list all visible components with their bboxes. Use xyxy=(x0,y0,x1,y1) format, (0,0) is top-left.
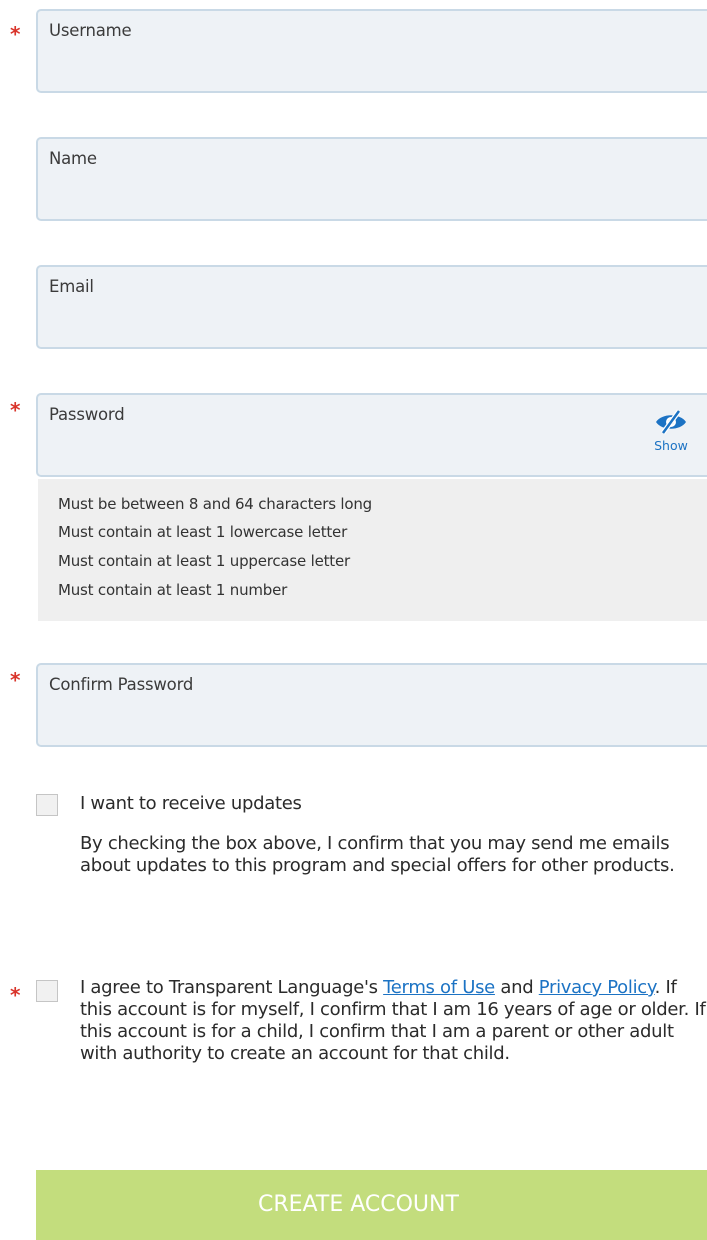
required-marker: * xyxy=(10,22,21,46)
updates-label: I want to receive updates xyxy=(80,793,302,814)
required-marker: * xyxy=(10,983,21,1007)
name-label: Name xyxy=(49,149,97,168)
required-marker: * xyxy=(10,398,21,422)
terms-agreement-text: I agree to Transparent Language's Terms … xyxy=(80,977,707,1065)
password-input[interactable] xyxy=(48,433,634,465)
username-label: Username xyxy=(49,21,132,40)
password-field[interactable]: Password Show xyxy=(36,393,707,477)
password-rule: Must contain at least 1 uppercase letter xyxy=(58,552,350,570)
username-field[interactable]: Username xyxy=(36,9,707,93)
terms-checkbox[interactable] xyxy=(36,980,58,1002)
confirm-password-label: Confirm Password xyxy=(49,675,194,694)
terms-text-between: and xyxy=(494,977,539,998)
email-input[interactable] xyxy=(48,305,704,337)
password-rule: Must contain at least 1 lowercase letter xyxy=(58,523,348,541)
password-label: Password xyxy=(49,405,125,424)
eye-slash-icon xyxy=(656,409,686,435)
create-account-button[interactable]: CREATE ACCOUNT xyxy=(36,1170,707,1240)
updates-description: By checking the box above, I confirm tha… xyxy=(80,833,675,876)
name-field[interactable]: Name xyxy=(36,137,707,221)
show-password-label: Show xyxy=(654,438,688,453)
email-field[interactable]: Email xyxy=(36,265,707,349)
updates-checkbox[interactable] xyxy=(36,794,58,816)
password-rule: Must contain at least 1 number xyxy=(58,581,288,599)
confirm-password-field[interactable]: Confirm Password xyxy=(36,663,707,747)
terms-text-before: I agree to Transparent Language's xyxy=(80,977,384,998)
privacy-policy-link[interactable]: Privacy Policy xyxy=(539,977,655,998)
password-requirements: Must be between 8 and 64 characters long… xyxy=(38,479,707,621)
email-label: Email xyxy=(49,277,94,296)
confirm-password-input[interactable] xyxy=(48,703,704,735)
required-marker: * xyxy=(10,668,21,692)
name-input[interactable] xyxy=(48,177,704,209)
terms-of-use-link[interactable]: Terms of Use xyxy=(383,977,495,998)
username-input[interactable] xyxy=(48,49,704,81)
password-rule: Must be between 8 and 64 characters long xyxy=(58,495,373,513)
show-password-button[interactable]: Show xyxy=(646,409,696,453)
